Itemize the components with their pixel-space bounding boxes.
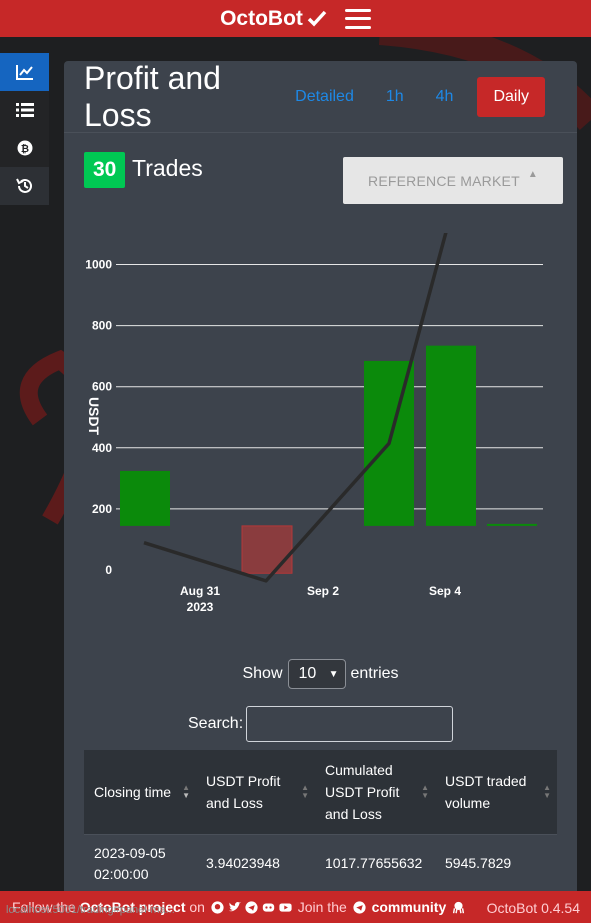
search-input[interactable] (246, 706, 454, 742)
timeframe-1h[interactable]: 1h (386, 88, 404, 106)
timeframe-detailed[interactable]: Detailed (295, 88, 354, 106)
bar (120, 470, 170, 526)
brand-name: OctoBot (220, 6, 303, 30)
twitter-icon[interactable] (228, 901, 241, 914)
entries-length-control: Show 10 ▼ entries (64, 659, 577, 689)
y-tick-label: 0 (105, 563, 112, 577)
table-search: Search: (188, 706, 454, 742)
history-icon (15, 178, 32, 193)
timeframe-daily-button[interactable]: Daily (477, 76, 545, 117)
brand-logo[interactable]: OctoBot (220, 7, 327, 31)
sort-desc-icon: ▲ ▼ (182, 783, 190, 800)
browser-status-url: localhost:5001/trading#panel-ma... (6, 904, 175, 916)
caret-up-icon: ▲ (527, 169, 538, 180)
card-title: Profit and Loss (84, 61, 221, 133)
entries-label: entries (350, 665, 399, 682)
sort-icon: ▲ ▼ (301, 783, 309, 800)
bitcoin-icon: ₿ (17, 140, 32, 156)
card-header: Profit and Loss Detailed 1h 4h Daily (64, 61, 577, 133)
trades-summary: 30 Trades REFERENCE MARKET ▲ (64, 133, 577, 223)
svg-text:₿: ₿ (20, 143, 28, 155)
pnl-table: Closing time ▲ ▼ USDT Profit and Loss ▲ ▼ … (84, 750, 557, 892)
bar (241, 525, 293, 574)
header-cumulated-pnl[interactable]: Cumulated USDT Profit and Loss ▲ ▼ (315, 750, 435, 834)
header-label: Closing time (94, 784, 172, 800)
bar (426, 345, 476, 526)
octopus-icon (453, 901, 465, 913)
discord-icon[interactable] (262, 901, 275, 914)
app-version: OctoBot 0.4.54 (486, 900, 580, 916)
sidebar-item-bitcoin[interactable]: ₿ (0, 129, 49, 167)
cell-closing-time: 2023-09-05 02:00:00 (94, 844, 166, 882)
trades-label: Trades (132, 155, 203, 181)
footer-join-text: Join the (297, 899, 347, 915)
x-tick-label: Sep 4 (429, 584, 461, 598)
menu-toggle-button[interactable] (344, 8, 371, 29)
y-tick-label: 800 (92, 319, 112, 333)
header-traded-volume[interactable]: USDT traded volume ▲ ▼ (435, 750, 557, 834)
header-label: USDT traded volume (445, 773, 527, 811)
sidebar: ₿ (0, 53, 49, 205)
sort-icon: ▲ ▼ (421, 783, 429, 800)
footer-on-text: on (189, 899, 205, 915)
x-tick-label: Sep 2 (307, 584, 339, 598)
y-tick-label: 1000 (85, 258, 112, 272)
community-link[interactable]: community (372, 899, 447, 915)
top-navbar: OctoBot (0, 0, 591, 37)
table-header: Closing time ▲ ▼ USDT Profit and Loss ▲ ▼ … (84, 750, 557, 834)
pnl-chart-svg: 0 200 400 600 800 1000 USDT Aug 31 2023 Sep 2 Sep … (85, 213, 543, 614)
github-icon[interactable] (211, 900, 224, 914)
cell-cumulated-pnl: 1017.77655632 (325, 855, 423, 871)
telegram-icon (353, 900, 366, 914)
y-tick-label: 400 (92, 441, 112, 455)
y-tick-label: 200 (92, 502, 112, 516)
x-tick-label: 2023 (187, 600, 214, 614)
chart-line-icon (15, 65, 33, 80)
youtube-icon[interactable] (279, 901, 292, 914)
sidebar-item-list[interactable] (0, 91, 49, 129)
sidebar-item-history[interactable] (0, 167, 49, 205)
header-label: Cumulated USDT Profit and Loss (325, 762, 400, 822)
reference-market-label: REFERENCE MARKET (368, 172, 520, 189)
telegram-icon[interactable] (245, 900, 258, 914)
bar (487, 523, 537, 526)
y-tick-label: 600 (92, 380, 112, 394)
check-icon (307, 10, 327, 27)
trades-count-badge: 30 (84, 152, 126, 188)
header-label: USDT Profit and Loss (206, 773, 281, 811)
cell-traded-volume: 5945.7829 (445, 855, 512, 871)
profit-loss-card: Profit and Loss Detailed 1h 4h Daily 30 … (64, 61, 577, 923)
chevron-down-icon: ▼ (328, 668, 339, 680)
timeframe-4h[interactable]: 4h (436, 88, 454, 106)
reference-market-dropdown[interactable]: REFERENCE MARKET ▲ (343, 157, 563, 204)
sort-icon: ▲ ▼ (543, 783, 551, 800)
y-axis-label: USDT (86, 397, 102, 436)
list-icon (15, 103, 34, 117)
pnl-chart: 0 200 400 600 800 1000 USDT Aug 31 2023 Sep 2 Sep … (64, 213, 577, 633)
header-closing-time[interactable]: Closing time ▲ ▼ (84, 750, 196, 834)
header-usdt-pnl[interactable]: USDT Profit and Loss ▲ ▼ (196, 750, 315, 834)
cell-usdt-pnl: 3.94023948 (206, 855, 280, 871)
x-tick-label: Aug 31 (180, 584, 220, 598)
show-label: Show (242, 665, 283, 682)
entries-select-value: 10 (298, 665, 317, 682)
table-row: 2023-09-05 02:00:00 3.94023948 1017.7765… (84, 834, 557, 892)
sidebar-item-chart[interactable] (0, 53, 49, 91)
entries-select[interactable]: 10 ▼ (287, 659, 346, 689)
search-label: Search: (188, 715, 244, 732)
